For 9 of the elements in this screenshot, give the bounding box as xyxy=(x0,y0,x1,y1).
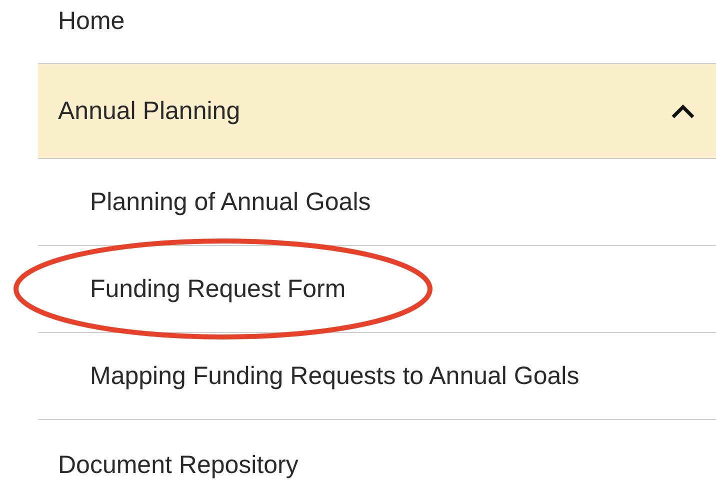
nav-label: Document Repository xyxy=(58,450,298,480)
submenu-link[interactable]: Mapping Funding Requests to Annual Goals xyxy=(90,361,580,391)
submenu-link[interactable]: Planning of Annual Goals xyxy=(90,187,371,217)
nav-label: Home xyxy=(58,6,125,36)
nav-item[interactable]: Document Repository xyxy=(38,420,716,480)
submenu-link[interactable]: Funding Request Form xyxy=(90,274,346,304)
chevron-up-icon[interactable] xyxy=(670,103,696,119)
nav-group-header[interactable]: Annual Planning xyxy=(38,64,716,159)
nav-label: Annual Planning xyxy=(58,96,240,126)
